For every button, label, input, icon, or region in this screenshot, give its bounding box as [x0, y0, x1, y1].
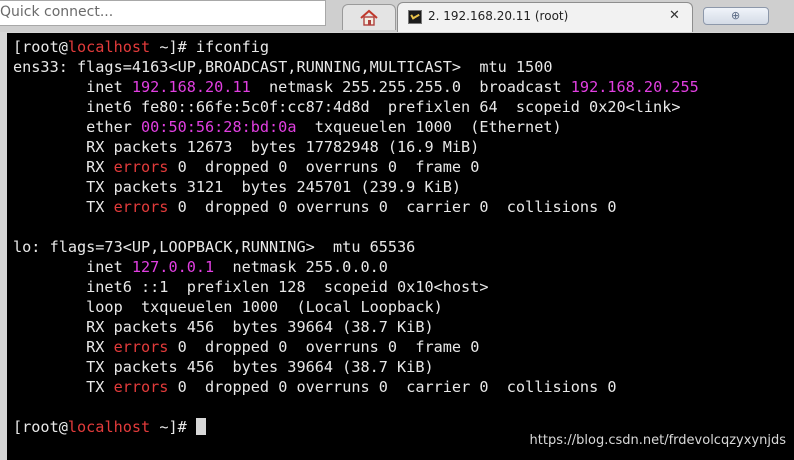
command-text: ifconfig [195, 38, 270, 56]
ens33-header: ens33: flags=4163<UP,BROADCAST,RUNNING,M… [13, 58, 553, 76]
home-icon [360, 9, 378, 26]
tab-session[interactable]: 2. 192.168.20.11 (root) ✕ [397, 2, 693, 32]
tab-bar: Quick connect... 2. 192.168.20.11 (root)… [0, 0, 794, 32]
ens33-broadcast: 192.168.20.255 [570, 78, 699, 96]
ens33-mac: 00:50:56:28:bd:0a [141, 118, 297, 136]
quick-connect-text: Quick connect... [0, 4, 114, 20]
lo-header: lo: flags=73<UP,LOOPBACK,RUNNING> mtu 65… [13, 238, 416, 256]
lo-inet-line: inet 127.0.0.1 netmask 255.0.0.0 [13, 258, 388, 276]
ens33-tx-errors-line: TX errors 0 dropped 0 overruns 0 carrier… [13, 198, 617, 216]
new-tab-button[interactable]: ⊕ [703, 7, 769, 25]
terminal-icon [408, 10, 422, 24]
quick-connect-field[interactable]: Quick connect... [0, 0, 326, 26]
ens33-rx-packets-line: RX packets 12673 bytes 17782948 (16.9 Mi… [13, 138, 480, 156]
home-tab[interactable] [342, 4, 396, 30]
ens33-ip: 192.168.20.11 [131, 78, 251, 96]
terminal-cursor [195, 418, 206, 435]
ens33-inet-line: inet 192.168.20.11 netmask 255.255.255.0… [13, 78, 699, 96]
final-prompt-line: [root@localhost ~]# [13, 417, 206, 437]
lo-ip: 127.0.0.1 [131, 258, 215, 276]
watermark: https://blog.csdn.net/frdevolcqzyxynjds [529, 433, 786, 448]
plus-icon: ⊕ [731, 9, 741, 22]
ens33-rx-errors-line: RX errors 0 dropped 0 overruns 0 frame 0 [13, 158, 480, 176]
ens33-ether-line: ether 00:50:56:28:bd:0a txqueuelen 1000 … [13, 118, 562, 136]
lo-rx-packets-line: RX packets 456 bytes 39664 (38.7 KiB) [13, 318, 434, 336]
close-icon[interactable]: ✕ [669, 8, 680, 23]
prompt-end: ~]# [150, 38, 196, 56]
terminal-view[interactable]: [root@localhost ~]# ifconfig ens33: flag… [7, 33, 794, 460]
lo-loop-line: loop txqueuelen 1000 (Local Loopback) [13, 298, 443, 316]
prompt-user: [root@ [13, 38, 68, 56]
prompt-line: [root@localhost ~]# ifconfig [13, 37, 269, 57]
session-tab-title: 2. 192.168.20.11 (root) [428, 9, 569, 23]
ens33-tx-packets-line: TX packets 3121 bytes 245701 (239.9 KiB) [13, 178, 462, 196]
lo-inet6-line: inet6 ::1 prefixlen 128 scopeid 0x10<hos… [13, 278, 489, 296]
lo-tx-packets-line: TX packets 456 bytes 39664 (38.7 KiB) [13, 358, 434, 376]
lo-tx-errors-line: TX errors 0 dropped 0 overruns 0 carrier… [13, 378, 617, 396]
prompt-host: localhost [67, 38, 151, 56]
ens33-inet6-line: inet6 fe80::66fe:5c0f:cc87:4d8d prefixle… [13, 98, 681, 116]
lo-rx-errors-line: RX errors 0 dropped 0 overruns 0 frame 0 [13, 338, 480, 356]
